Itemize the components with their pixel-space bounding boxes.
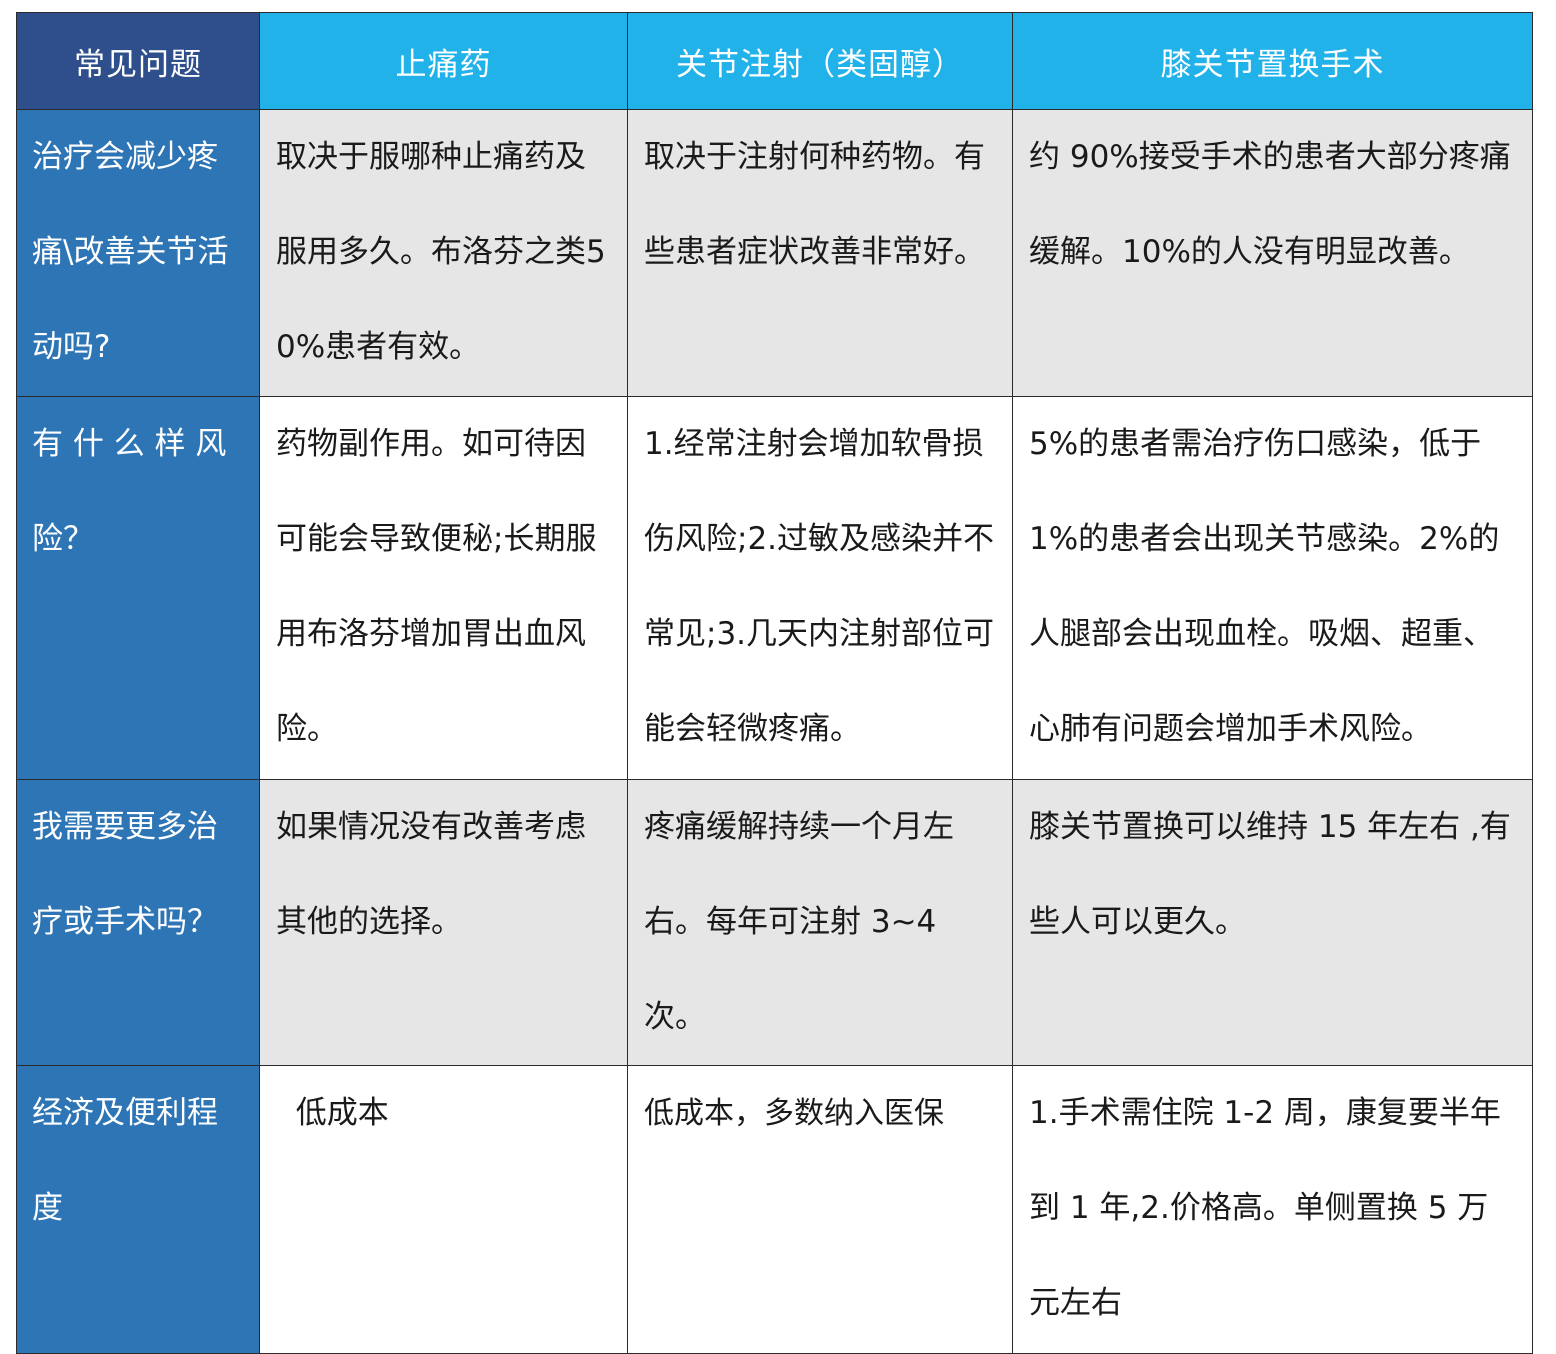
answer-cell-injection: 低成本，多数纳入医保 <box>627 1065 1013 1354</box>
question-cell: 有 什 么 样 风 险？ <box>16 396 260 780</box>
header-row: 常见问题 止痛药 关节注射（类固醇） 膝关节置换手术 <box>16 12 1533 110</box>
table-row: 经济及便利程度 低成本 低成本，多数纳入医保 1.手术需住院 1-2 周，康复要… <box>16 1065 1533 1354</box>
table-row: 治疗会减少疼痛\改善关节活动吗? 取决于服哪种止痛药及服用多久。布洛芬之类50%… <box>16 109 1533 397</box>
answer-cell-injection: 疼痛缓解持续一个月左右。每年可注射 3~4 次。 <box>627 779 1013 1066</box>
table-header: 常见问题 止痛药 关节注射（类固醇） 膝关节置换手术 <box>16 12 1533 110</box>
header-knee-replacement: 膝关节置换手术 <box>1012 12 1533 110</box>
answer-cell-surgery: 1.手术需住院 1-2 周，康复要半年到 1 年,2.价格高。单侧置换 5 万元… <box>1012 1065 1533 1354</box>
answer-cell-injection: 取决于注射何种药物。有些患者症状改善非常好。 <box>627 109 1013 397</box>
table-body: 治疗会减少疼痛\改善关节活动吗? 取决于服哪种止痛药及服用多久。布洛芬之类50%… <box>16 109 1533 1354</box>
answer-cell-painkillers: 取决于服哪种止痛药及服用多久。布洛芬之类50%患者有效。 <box>259 109 628 397</box>
answer-cell-surgery: 膝关节置换可以维持 15 年左右 ,有些人可以更久。 <box>1012 779 1533 1066</box>
table-row: 有 什 么 样 风 险？ 药物副作用。如可待因可能会导致便秘;长期服用布洛芬增加… <box>16 396 1533 780</box>
header-painkillers: 止痛药 <box>259 12 628 110</box>
question-cell: 治疗会减少疼痛\改善关节活动吗? <box>16 109 260 397</box>
header-common-questions: 常见问题 <box>16 12 260 110</box>
question-cell: 经济及便利程度 <box>16 1065 260 1354</box>
answer-cell-painkillers: 药物副作用。如可待因可能会导致便秘;长期服用布洛芬增加胃出血风险。 <box>259 396 628 780</box>
comparison-table: 常见问题 止痛药 关节注射（类固醇） 膝关节置换手术 治疗会减少疼痛\改善关节活… <box>16 12 1533 1354</box>
answer-cell-painkillers: 低成本 <box>259 1065 628 1354</box>
header-joint-injection: 关节注射（类固醇） <box>627 12 1013 110</box>
answer-cell-painkillers: 如果情况没有改善考虑其他的选择。 <box>259 779 628 1066</box>
answer-cell-injection: 1.经常注射会增加软骨损伤风险;2.过敏及感染并不常见;3.几天内注射部位可能会… <box>627 396 1013 780</box>
answer-cell-surgery: 约 90%接受手术的患者大部分疼痛缓解。10%的人没有明显改善。 <box>1012 109 1533 397</box>
table-row: 我需要更多治疗或手术吗？ 如果情况没有改善考虑其他的选择。 疼痛缓解持续一个月左… <box>16 779 1533 1066</box>
answer-cell-surgery: 5%的患者需治疗伤口感染，低于1%的患者会出现关节感染。2%的人腿部会出现血栓。… <box>1012 396 1533 780</box>
question-cell: 我需要更多治疗或手术吗？ <box>16 779 260 1066</box>
